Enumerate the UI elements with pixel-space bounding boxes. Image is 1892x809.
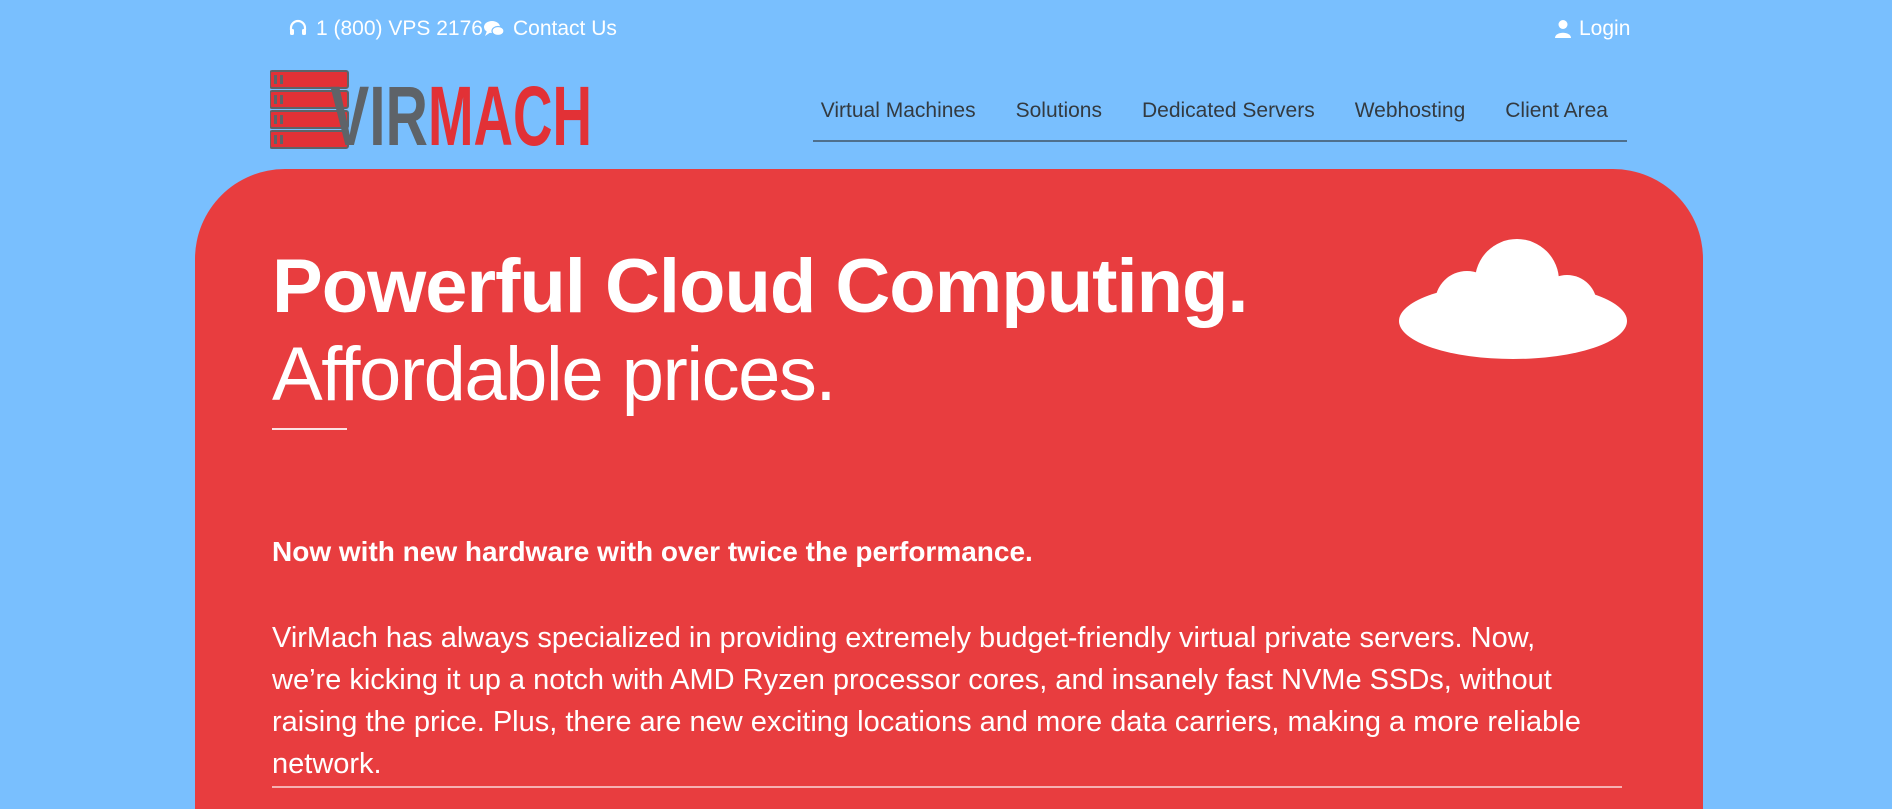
svg-text:VIR: VIR [330,69,428,149]
hero-description: VirMach has always specialized in provid… [272,622,1581,780]
svg-text:MACH: MACH [428,69,592,149]
hero-panel: Powerful Cloud Computing. Affordable pri… [195,169,1703,809]
phone-link[interactable]: 1 (800) VPS 2176 [288,16,483,42]
nav-item-virtual-machines[interactable]: Virtual Machines [821,88,976,134]
user-icon [1555,19,1571,39]
hero-headline: Powerful Cloud Computing. [272,244,1249,329]
hero-divider [272,428,347,430]
headset-icon [288,19,308,39]
nav-item-client-area[interactable]: Client Area [1505,88,1608,134]
top-utility-bar: 1 (800) VPS 2176 Contact Us Login [0,0,1892,58]
hero-tagline: Now with new hardware with over twice th… [272,536,1033,567]
contact-link[interactable]: Contact Us [483,16,617,42]
nav-item-solutions[interactable]: Solutions [1016,88,1102,134]
nav-item-webhosting[interactable]: Webhosting [1355,88,1466,134]
login-link[interactable]: Login [1555,16,1630,42]
hero-bottom-divider [272,786,1622,788]
virmach-logo[interactable]: VIR MACH [270,69,593,149]
hero-subheadline: Affordable prices. [272,332,837,417]
nav-item-dedicated-servers[interactable]: Dedicated Servers [1142,88,1315,134]
chat-bubbles-icon [483,19,505,39]
main-navigation: Virtual Machines Solutions Dedicated Ser… [813,88,1627,142]
contact-label: Contact Us [513,17,617,40]
login-label: Login [1579,17,1631,40]
phone-number: 1 (800) VPS 2176 [316,17,483,40]
cloud-icon [1397,233,1629,368]
